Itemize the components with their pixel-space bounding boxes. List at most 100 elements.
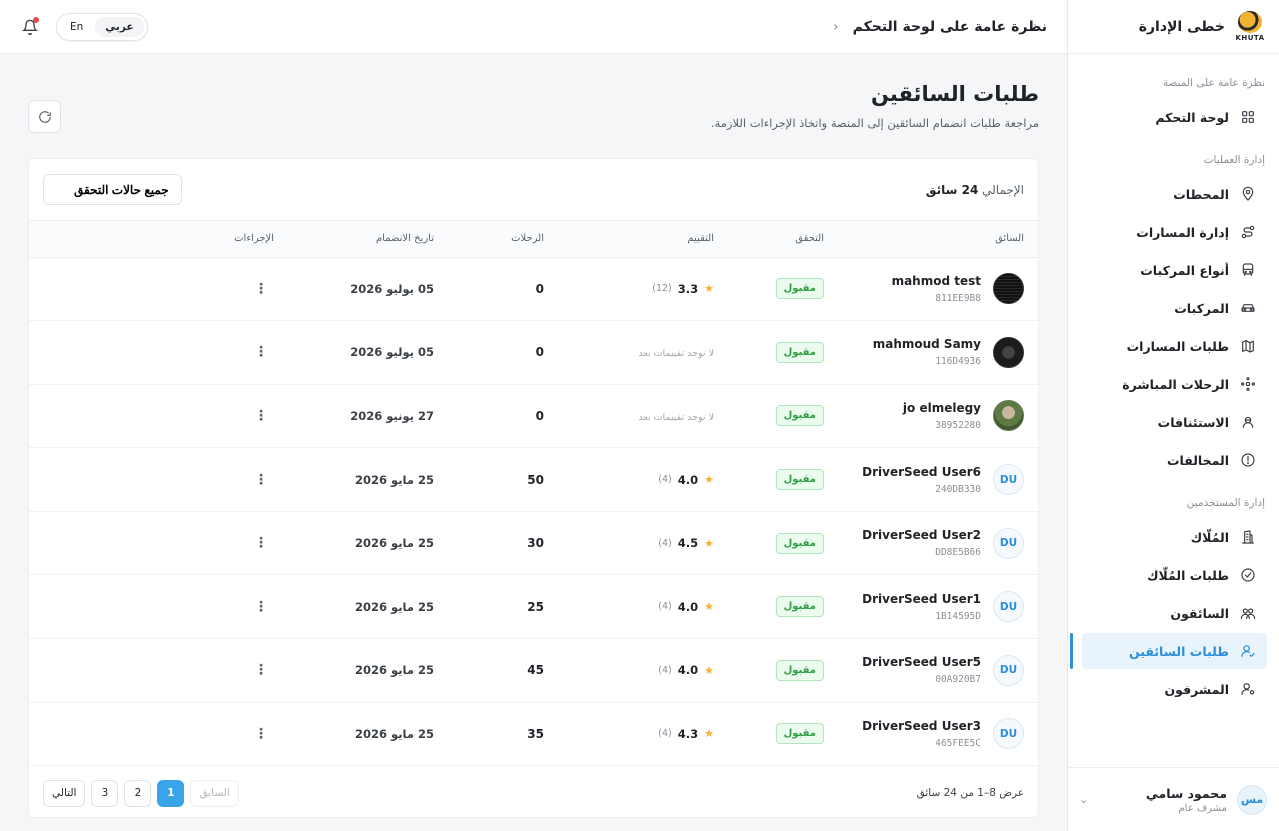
language-toggle[interactable]: عربي En (56, 12, 148, 41)
trips-count: 0 (535, 345, 544, 360)
sidebar-item[interactable]: إدارة المسارات (1082, 214, 1267, 250)
driver-name: DriverSeed User6 (862, 464, 981, 479)
bell-icon[interactable] (20, 16, 40, 37)
more-actions-icon[interactable]: ⋮ (254, 599, 268, 615)
avatar (993, 273, 1024, 305)
brand-logo: KHUTA (1233, 10, 1267, 44)
next-page-button[interactable]: التالي (43, 779, 86, 807)
avatar (993, 400, 1024, 432)
sidebar-item[interactable]: لوحة التحكم (1082, 99, 1267, 135)
user-gear-icon (1239, 680, 1257, 698)
more-actions-icon[interactable]: ⋮ (254, 535, 268, 551)
refresh-button[interactable] (28, 100, 61, 133)
sidebar-item[interactable]: طلبات السائقين (1070, 633, 1267, 669)
sidebar-item[interactable]: المخالفات (1082, 442, 1267, 478)
sidebar-item-label: أنواع المركبات (1140, 262, 1229, 278)
page-2-button[interactable]: 2 (124, 779, 152, 807)
join-date: 27 يونيو 2026 (350, 408, 434, 423)
driver-id: DD8E5B66 (935, 547, 981, 559)
breadcrumb-title: نظرة عامة على لوحة التحكم (852, 18, 1047, 35)
user-name: محمود سامي (1145, 785, 1227, 801)
sidebar-item[interactable]: المركبات (1082, 290, 1267, 326)
refresh-icon (38, 110, 51, 123)
star-icon: ★ (704, 600, 714, 614)
status-badge: مقبول (775, 532, 824, 554)
page-3-button[interactable]: 3 (91, 779, 119, 807)
avatar: مس (1237, 784, 1267, 815)
status-badge: مقبول (775, 723, 824, 745)
status-badge: مقبول (775, 659, 824, 681)
page-1-button[interactable]: 1 (157, 779, 185, 807)
sidebar-item-label: إدارة المسارات (1136, 224, 1229, 240)
table-row[interactable]: DU DriverSeed User3 465FEE5C مقبول ★ 4.3 (4) 35… (29, 702, 1038, 767)
rating: ★ 4.5 (4) (658, 536, 714, 551)
table-row[interactable]: DU DriverSeed User6 240DB330 مقبول ★ 4.0 (4) 50… (29, 447, 1038, 512)
sidebar-item[interactable]: المحطات (1082, 176, 1267, 212)
driver-id: 38952280 (935, 419, 981, 431)
star-icon: ★ (704, 536, 714, 550)
sidebar-item[interactable]: طلبات المسارات (1082, 328, 1267, 364)
col-actions: الإجراءات (29, 221, 288, 258)
col-trips: الرحلات (448, 221, 558, 258)
more-actions-icon[interactable]: ⋮ (254, 726, 268, 742)
more-actions-icon[interactable]: ⋮ (254, 662, 268, 678)
rating: ★ 4.0 (4) (658, 472, 714, 487)
more-actions-icon[interactable]: ⋮ (254, 344, 268, 360)
appeal-icon (1239, 413, 1257, 431)
no-rating-text: لا توجد تقييمات بعد (638, 348, 714, 360)
driver-name: DriverSeed User1 (862, 591, 981, 606)
brand[interactable]: KHUTA خطى الإدارة (1068, 0, 1279, 54)
lang-en-button[interactable]: En (60, 17, 93, 37)
no-rating-text: لا توجد تقييمات بعد (638, 411, 714, 423)
user-check-icon (1239, 642, 1257, 660)
avatar: DU (993, 591, 1024, 623)
table-row[interactable]: mahmod test 811EE9B8 مقبول ★ 3.3 (12) 0 05 يولي… (29, 257, 1038, 322)
chevron-down-icon[interactable]: ⌄ (1079, 793, 1088, 806)
chevron-left-icon[interactable]: ‹ (833, 19, 839, 35)
driver-cell: mahmod test 811EE9B8 (852, 273, 1024, 305)
grid-icon (1239, 108, 1257, 126)
nav-section-title: إدارة العمليات (1203, 154, 1265, 166)
sidebar-item[interactable]: طلبات المُلّاك (1082, 557, 1267, 593)
join-date: 25 مايو 2026 (354, 599, 434, 614)
alert-icon (1239, 451, 1257, 469)
driver-id: 240DB330 (935, 483, 981, 495)
rating: ★ 3.3 (12) (652, 281, 714, 296)
driver-cell: DU DriverSeed User3 465FEE5C (852, 718, 1024, 750)
user-role: مشرف عام (1178, 802, 1227, 814)
sidebar-item[interactable]: المُلّاك (1082, 519, 1267, 555)
page-title: طلبات السائقين (870, 82, 1039, 106)
table-row[interactable]: DU DriverSeed User1 1B14595D مقبول ★ 4.0 (4) 25… (29, 574, 1038, 640)
table-row[interactable]: DU DriverSeed User2 DD8E5B66 مقبول ★ 4.5 (4) 30… (29, 511, 1038, 576)
more-actions-icon[interactable]: ⋮ (254, 472, 268, 488)
status-badge: مقبول (775, 469, 824, 491)
prev-page-button[interactable]: السابق (190, 779, 239, 807)
page-breadcrumb: نظرة عامة على لوحة التحكم ‹ (833, 19, 1047, 35)
sidebar-item[interactable]: المشرفون (1082, 671, 1267, 707)
trips-count: 35 (527, 726, 544, 741)
more-actions-icon[interactable]: ⋮ (254, 408, 268, 424)
verification-filter-select[interactable]: جميع حالات التحقق (43, 174, 182, 205)
map-pin-icon (1239, 185, 1257, 203)
table-row[interactable]: mahmoud Samy 116D4936 مقبول لا توجد تقييمات… (29, 320, 1038, 385)
table-row[interactable]: jo elmelegy 38952280 مقبول لا توجد تقييمات … (29, 384, 1038, 449)
sidebar-item[interactable]: أنواع المركبات (1082, 252, 1267, 288)
table-row[interactable]: DU DriverSeed User5 00A920B7 مقبول ★ 4.0 (4) 45… (29, 638, 1038, 703)
driver-cell: mahmoud Samy 116D4936 (852, 336, 1024, 368)
driver-name: mahmod test (891, 273, 981, 288)
more-actions-icon[interactable]: ⋮ (254, 281, 268, 297)
user-menu[interactable]: مس محمود سامي مشرف عام ⌄ (1067, 767, 1279, 831)
driver-cell: DU DriverSeed User6 240DB330 (852, 464, 1024, 496)
sidebar-item-label: لوحة التحكم (1155, 109, 1229, 125)
sidebar-item[interactable]: الرحلات المباشرة (1082, 366, 1267, 402)
driver-name: DriverSeed User2 (862, 528, 981, 543)
rating: ★ 4.0 (4) (658, 663, 714, 678)
sidebar-item-label: طلبات السائقين (1128, 643, 1229, 659)
lang-ar-button[interactable]: عربي (95, 16, 144, 37)
driver-cell: jo elmelegy 38952280 (852, 400, 1024, 432)
nav-section-title: نظرة عامة على المنصة (1162, 77, 1265, 89)
sidebar-item[interactable]: السائقون (1082, 595, 1267, 631)
driver-id: 116D4936 (935, 356, 981, 368)
sidebar-item[interactable]: الاستئنافات (1082, 404, 1267, 440)
logo-mark-icon (1238, 11, 1262, 33)
